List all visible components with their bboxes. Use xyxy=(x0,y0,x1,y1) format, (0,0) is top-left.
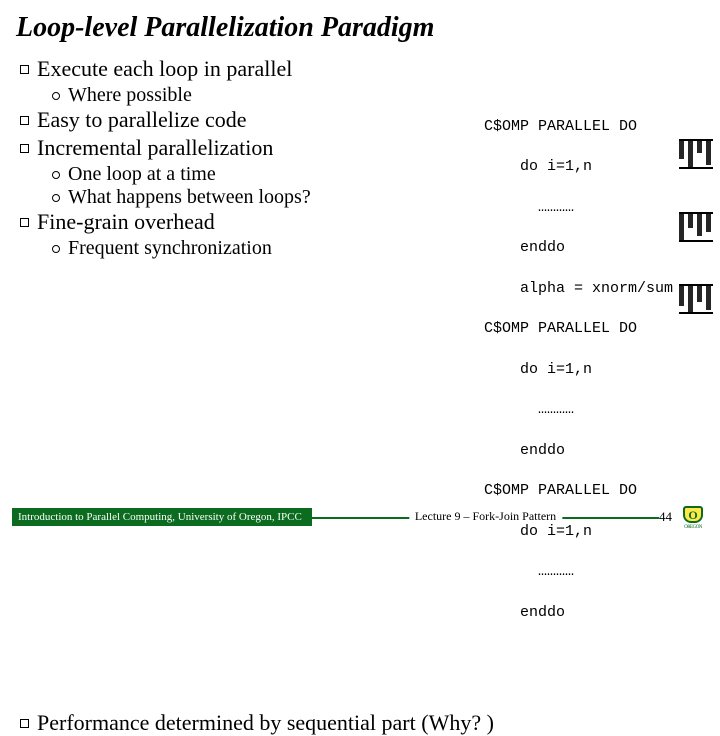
thread-diagram xyxy=(679,99,713,199)
code-line: C$OMP PARALLEL DO xyxy=(484,117,673,137)
logo-letter: O xyxy=(683,506,703,523)
bullet-square-icon xyxy=(20,719,29,728)
logo-subtext: OREGON xyxy=(678,525,708,530)
code-line: enddo xyxy=(484,603,673,623)
bullet-circle-icon xyxy=(52,245,60,253)
slide-footer: Introduction to Parallel Computing, Univ… xyxy=(0,500,720,540)
subbullet-oneloop: One loop at a time xyxy=(52,163,476,186)
page-number: 44 xyxy=(659,509,672,525)
subbullet-frequent: Frequent synchronization xyxy=(52,237,476,260)
footer-lecture: Lecture 9 – Fork-Join Pattern xyxy=(409,509,562,524)
oregon-logo-icon: O OREGON xyxy=(678,506,708,528)
code-line: enddo xyxy=(484,238,673,258)
bullet-square-icon xyxy=(20,144,29,153)
bullet-easy: Easy to parallelize code xyxy=(16,107,476,133)
code-block: C$OMP PARALLEL DO do i=1,n ………… enddo al… xyxy=(484,97,673,664)
bullet-execute: Execute each loop in parallel xyxy=(16,56,476,82)
code-line: C$OMP PARALLEL DO xyxy=(484,319,673,339)
subbullet-where: Where possible xyxy=(52,84,476,107)
page-title: Loop-level Parallelization Paradigm xyxy=(16,12,704,44)
bullet-text: Performance determined by sequential par… xyxy=(37,710,494,736)
content-column: Execute each loop in parallel Where poss… xyxy=(16,56,476,704)
bullet-text: Fine-grain overhead xyxy=(37,209,215,235)
bullet-square-icon xyxy=(20,218,29,227)
bullet-finegrain: Fine-grain overhead xyxy=(16,209,476,235)
bullet-text: Frequent synchronization xyxy=(68,237,272,260)
thread-group xyxy=(679,139,713,169)
footer-course: Introduction to Parallel Computing, Univ… xyxy=(12,508,312,526)
bullet-text: Execute each loop in parallel xyxy=(37,56,292,82)
code-line: ………… xyxy=(484,400,673,420)
code-line: ………… xyxy=(484,562,673,582)
thread-group xyxy=(679,284,713,314)
bullet-circle-icon xyxy=(52,194,60,202)
bullet-text: Incremental parallelization xyxy=(37,135,273,161)
bullet-incremental: Incremental parallelization xyxy=(16,135,476,161)
bullet-text: Easy to parallelize code xyxy=(37,107,247,133)
bullet-text: What happens between loops? xyxy=(68,186,311,209)
bullet-text: Where possible xyxy=(68,84,192,107)
code-line: do i=1,n xyxy=(484,157,673,177)
bullet-square-icon xyxy=(20,116,29,125)
bullet-circle-icon xyxy=(52,171,60,179)
bullet-performance: Performance determined by sequential par… xyxy=(16,710,704,736)
code-column: C$OMP PARALLEL DO do i=1,n ………… enddo al… xyxy=(484,56,704,704)
thread-group xyxy=(679,212,713,242)
subbullet-whathappens: What happens between loops? xyxy=(52,186,476,209)
code-line: do i=1,n xyxy=(484,360,673,380)
bullet-square-icon xyxy=(20,65,29,74)
code-line: enddo xyxy=(484,441,673,461)
bullet-circle-icon xyxy=(52,92,60,100)
code-line: C$OMP PARALLEL DO xyxy=(484,481,673,501)
footer-divider: Lecture 9 – Fork-Join Pattern xyxy=(312,507,659,527)
code-line: alpha = xnorm/sum xyxy=(484,279,673,299)
code-line: ………… xyxy=(484,198,673,218)
bullet-text: One loop at a time xyxy=(68,163,216,186)
